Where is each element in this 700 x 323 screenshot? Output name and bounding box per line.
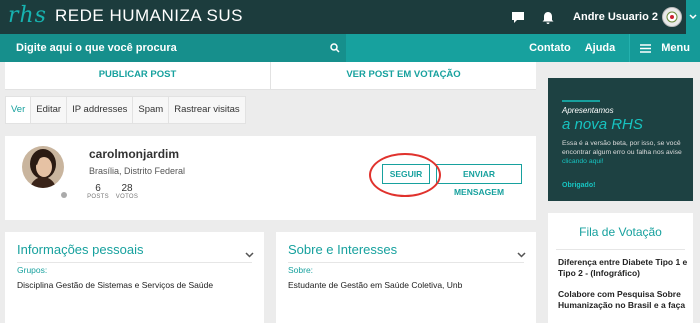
highlight-circle (369, 153, 441, 197)
divider (288, 262, 524, 263)
voting-queue: Fila de Votação Diferença entre Diabete … (548, 213, 693, 323)
user-menu-toggle[interactable] (686, 0, 700, 34)
divider (556, 249, 685, 250)
user-avatar[interactable] (662, 7, 682, 27)
send-message-button[interactable]: ENVIAR MENSAGEM (436, 164, 522, 197)
user-name[interactable]: Andre Usuario 2 (573, 11, 658, 23)
votes-count: 28 (121, 183, 133, 194)
votes-stat[interactable]: 28 VOTOS (115, 183, 139, 200)
subtab-spam[interactable]: Spam (132, 96, 170, 124)
posts-stat[interactable]: 6 POSTS (87, 183, 109, 200)
hamburger-icon (640, 43, 652, 53)
profile-card: carolmonjardim Brasília, Distrito Federa… (5, 136, 536, 220)
accent-bar (562, 100, 600, 102)
tab-ver-post-em-votacao[interactable]: VER POST EM VOTAÇÃO (270, 62, 536, 89)
posts-label: POSTS (87, 194, 109, 200)
chat-icon[interactable] (507, 11, 529, 24)
about-value: Estudante de Gestão em Saúde Coletiva, U… (288, 280, 463, 290)
top-header: rhs REDE HUMANIZA SUS Andre Usuario 2 (0, 0, 700, 34)
menu-button[interactable]: Menu (629, 34, 700, 62)
online-status-dot (61, 192, 67, 198)
search-bar[interactable]: Digite aqui o que você procura (0, 34, 346, 62)
queue-item[interactable]: Colabore com Pesquisa Sobre Humanização … (558, 289, 688, 311)
subtab-ver[interactable]: Ver (5, 96, 32, 124)
logo-text: REDE HUMANIZA SUS (54, 5, 243, 25)
chevron-down-icon (689, 14, 697, 20)
subtab-ip-addresses[interactable]: IP addresses (66, 96, 134, 124)
site-logo[interactable]: rhs REDE HUMANIZA SUS (8, 3, 243, 28)
banner-link[interactable]: clicando aqui! (562, 158, 604, 165)
chevron-down-icon[interactable] (517, 245, 526, 263)
profile-photo[interactable] (22, 146, 64, 188)
post-tabs: PUBLICAR POST VER POST EM VOTAÇÃO (5, 62, 536, 90)
tab-publicar-post[interactable]: PUBLICAR POST (5, 62, 270, 89)
subtab-editar[interactable]: Editar (30, 96, 68, 124)
logo-mark: rhs (8, 3, 47, 28)
personal-info-title: Informações pessoais (17, 242, 144, 257)
interests-title: Sobre e Interesses (288, 242, 398, 257)
nav-contato[interactable]: Contato (529, 42, 571, 54)
queue-item[interactable]: Diferença entre Diabete Tipo 1 e Tipo 2 … (558, 257, 688, 279)
new-rhs-banner[interactable]: Apresentamos a nova RHS Essa é a versão … (548, 78, 693, 201)
profile-name: carolmonjardim (89, 147, 180, 161)
profile-location: Brasília, Distrito Federal (89, 166, 186, 176)
nav-ajuda[interactable]: Ajuda (585, 42, 616, 54)
posts-count: 6 (95, 183, 101, 194)
groups-label: Grupos: (17, 265, 48, 275)
votes-label: VOTOS (115, 194, 139, 200)
personal-info-card: Informações pessoais Grupos: Disciplina … (5, 232, 264, 323)
menu-label: Menu (661, 42, 690, 54)
banner-body-text: Essa é a versão beta, por isso, se você … (562, 140, 682, 156)
subtab-rastrear-visitas[interactable]: Rastrear visitas (168, 96, 246, 124)
banner-headline: a nova RHS (562, 116, 643, 133)
banner-kicker: Apresentamos (562, 106, 614, 115)
search-icon[interactable] (324, 43, 346, 53)
banner-thanks: Obrigado! (562, 182, 596, 189)
divider (17, 262, 252, 263)
bell-icon[interactable] (537, 11, 559, 24)
banner-body: Essa é a versão beta, por isso, se você … (562, 139, 687, 166)
search-input[interactable]: Digite aqui o que você procura (0, 42, 324, 54)
voting-queue-title: Fila de Votação (579, 225, 662, 239)
main-navbar: Digite aqui o que você procura Contato A… (0, 34, 700, 62)
groups-value: Disciplina Gestão de Sistemas e Serviços… (17, 280, 214, 290)
profile-subtabs: Ver Editar IP addresses Spam Rastrear vi… (5, 96, 246, 124)
chevron-down-icon[interactable] (245, 245, 254, 263)
about-label: Sobre: (288, 265, 314, 275)
interests-card: Sobre e Interesses Sobre: Estudante de G… (276, 232, 536, 323)
